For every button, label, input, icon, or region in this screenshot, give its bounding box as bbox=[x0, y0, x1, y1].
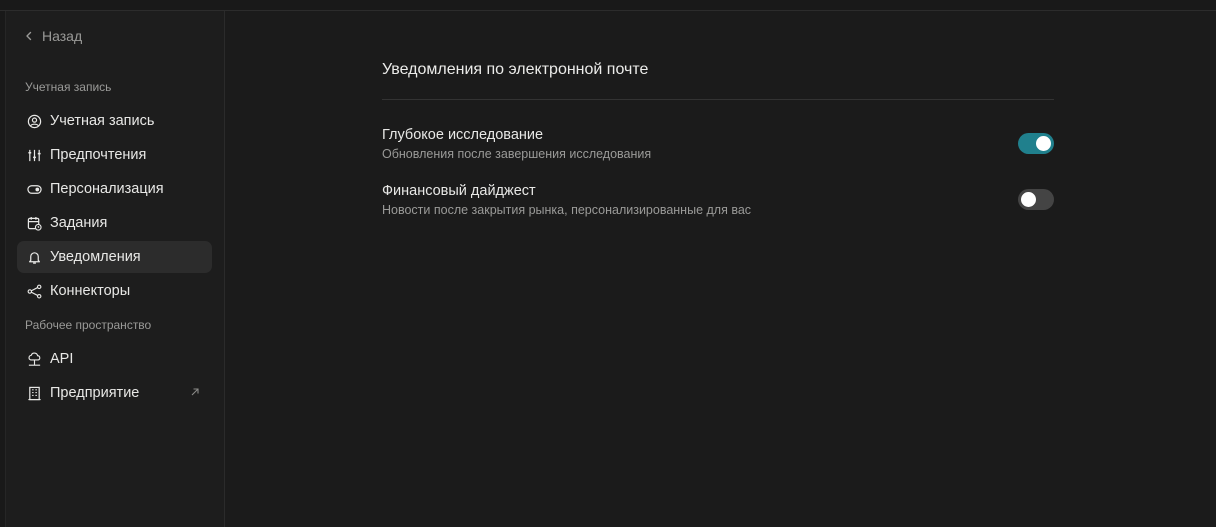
back-button[interactable]: Назад bbox=[24, 27, 82, 45]
sidebar-item-enterprise[interactable]: Предприятие bbox=[17, 377, 212, 409]
user-circle-icon bbox=[27, 114, 42, 129]
toggle-knob bbox=[1021, 192, 1036, 207]
external-link-arrow-icon bbox=[191, 388, 199, 396]
sidebar-item-connectors[interactable]: Коннекторы bbox=[17, 275, 212, 307]
setting-row-deep-research: Глубокое исследование Обновления после з… bbox=[382, 127, 1054, 167]
sidebar-item-label: API bbox=[50, 351, 74, 367]
sidebar-item-preferences[interactable]: Предпочтения bbox=[17, 139, 212, 171]
building-icon bbox=[27, 386, 42, 401]
cloud-network-icon bbox=[27, 351, 42, 367]
bell-icon bbox=[27, 250, 42, 265]
setting-description: Обновления после завершения исследования bbox=[382, 147, 652, 161]
back-label: Назад bbox=[42, 28, 83, 44]
sidebar-item-label: Коннекторы bbox=[50, 283, 131, 299]
sidebar-item-label: Уведомления bbox=[50, 249, 141, 265]
setting-title: Финансовый дайджест bbox=[382, 183, 536, 199]
settings-main: Уведомления по электронной почте Глубоко… bbox=[225, 11, 1216, 527]
section-label-workspace: Рабочее пространство bbox=[25, 318, 152, 332]
section-divider bbox=[382, 99, 1054, 100]
sidebar-item-label: Предпочтения bbox=[50, 147, 147, 163]
sliders-icon bbox=[27, 148, 42, 163]
setting-description: Новости после закрытия рынка, персонализ… bbox=[382, 203, 752, 217]
deep-research-toggle[interactable] bbox=[1018, 133, 1054, 154]
setting-title: Глубокое исследование bbox=[382, 127, 544, 143]
sidebar-item-label: Задания bbox=[50, 215, 108, 231]
sidebar-item-api[interactable]: API bbox=[17, 343, 212, 375]
page-title: Уведомления по электронной почте bbox=[382, 61, 649, 78]
sidebar-item-notifications[interactable]: Уведомления bbox=[17, 241, 212, 273]
sidebar-item-account[interactable]: Учетная запись bbox=[17, 105, 212, 137]
financial-digest-toggle[interactable] bbox=[1018, 189, 1054, 210]
sidebar-item-label: Учетная запись bbox=[50, 113, 155, 129]
window-top-bar bbox=[0, 0, 1216, 11]
section-label-account: Учетная запись bbox=[25, 80, 112, 94]
chevron-left-icon bbox=[26, 31, 32, 41]
calendar-clock-icon bbox=[27, 216, 42, 231]
sidebar-item-label: Предприятие bbox=[50, 385, 140, 401]
settings-sidebar: Назад Учетная запись Учетная запись Пред… bbox=[5, 11, 225, 527]
sidebar-item-tasks[interactable]: Задания bbox=[17, 207, 212, 239]
toggle-knob bbox=[1036, 136, 1051, 151]
setting-row-financial-digest: Финансовый дайджест Новости после закрыт… bbox=[382, 183, 1054, 223]
sidebar-item-label: Персонализация bbox=[50, 181, 164, 197]
share-nodes-icon bbox=[27, 284, 42, 299]
toggle-icon bbox=[27, 182, 42, 197]
sidebar-item-personalization[interactable]: Персонализация bbox=[17, 173, 212, 205]
